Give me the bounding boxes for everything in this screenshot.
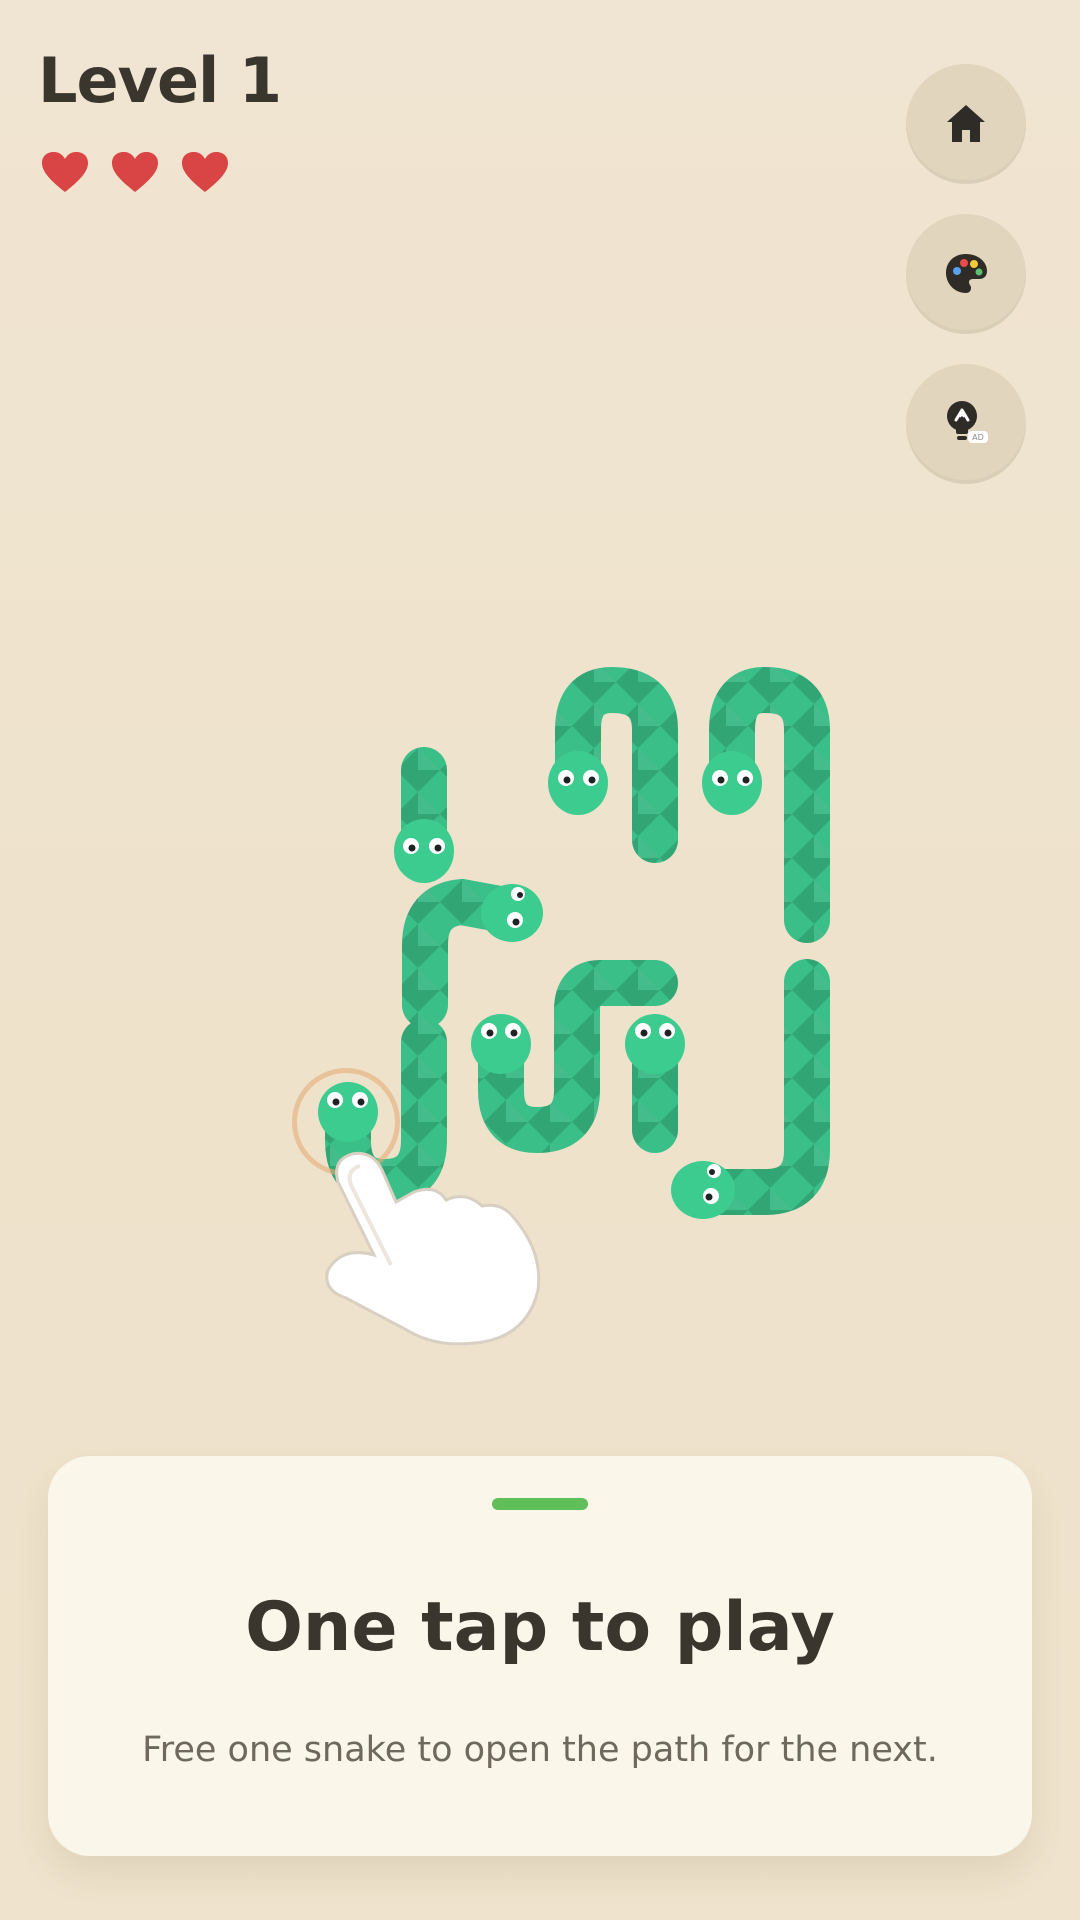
tutorial-description: Free one snake to open the path for the …	[142, 1730, 938, 1770]
snake-lower-short[interactable]	[625, 1014, 685, 1153]
pointing-hand-icon	[325, 1151, 541, 1346]
drag-handle[interactable]	[492, 1498, 588, 1510]
tutorial-card[interactable]: One tap to play Free one snake to open t…	[48, 1456, 1032, 1856]
snake-middle-left[interactable]	[402, 878, 543, 1028]
snake-right-hook[interactable]	[671, 959, 830, 1219]
tutorial-title: One tap to play	[245, 1588, 835, 1667]
snake-top-left[interactable]	[394, 747, 454, 883]
snake-top-middle[interactable]	[548, 666, 678, 863]
snake-lower-middle[interactable]	[471, 960, 678, 1154]
snake-top-right[interactable]	[702, 666, 830, 943]
